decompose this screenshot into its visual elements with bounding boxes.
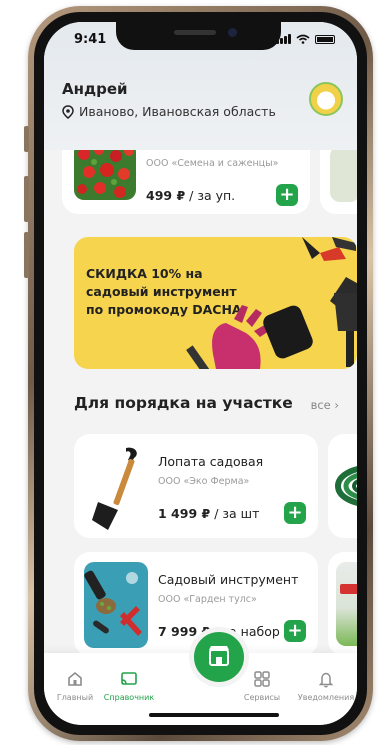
location-selector[interactable]: Иваново, Ивановская область [62,104,276,119]
product-card-fertilizer-peek[interactable] [328,552,357,656]
product-image [330,146,357,202]
add-to-cart-button[interactable]: + [284,620,306,642]
status-icons [276,34,335,44]
product-card-shovel[interactable]: Лопата садовая ООО «Эко Ферма» 1 499 ₽ /… [74,434,318,538]
product-image [86,444,146,530]
volume-down-button [24,232,29,278]
product-image [336,562,357,646]
hose-image [335,466,357,506]
product-seller: ООО «Семена и саженцы» [146,158,279,169]
screen: ООО «Семена и саженцы» 499 ₽ / за уп. + … [44,22,357,725]
location-pin-icon [62,104,74,119]
tab-label: Главный [56,693,94,702]
see-all-link[interactable]: все › [311,398,339,412]
add-to-cart-button[interactable]: + [276,184,298,206]
home-indicator [149,713,279,717]
cast-icon [121,672,137,685]
wifi-icon [296,34,310,44]
user-name: Андрей [62,80,128,98]
product-seller: ООО «Эко Ферма» [158,476,250,487]
product-title: Лопата садовая [158,454,264,469]
product-title: Садовый инструмент [158,572,299,587]
product-price: 499 ₽ / за уп. [146,188,236,203]
product-seller: ООО «Гарден тулс» [158,594,257,605]
product-card-hose-peek[interactable] [328,434,357,538]
section-title: Для порядка на участке [74,394,293,412]
product-image [74,142,136,200]
home-icon [68,671,82,686]
product-image [84,562,148,648]
tab-notifications[interactable]: Уведомления [294,669,357,702]
product-price: 1 499 ₽ / за шт [158,506,260,521]
tool-set-image [84,562,148,648]
status-time: 9:41 [74,32,107,47]
bezel: ООО «Семена и саженцы» 499 ₽ / за уп. + … [34,12,367,735]
phone-frame: ООО «Семена и саженцы» 499 ₽ / за уп. + … [24,6,373,741]
tab-home[interactable]: Главный [52,669,98,702]
location-text: Иваново, Ивановская область [79,104,276,119]
garden-tools-illustration [186,237,357,369]
shovel-image [92,447,137,530]
volume-up-button [24,176,29,222]
grid-icon [254,671,270,687]
tab-label: Сервисы [243,693,281,702]
tab-label: Справочник [103,693,155,702]
notch [116,22,281,50]
promo-banner[interactable]: СКИДКА 10% на садовый инструмент по пром… [74,237,357,369]
store-fab-button[interactable] [189,627,249,687]
mute-switch [24,126,29,152]
battery-icon [315,34,335,44]
tab-label: Уведомления [297,693,355,702]
bell-icon [318,672,334,688]
tab-directory[interactable]: Справочник [98,669,160,702]
avatar[interactable] [309,82,343,116]
store-icon [209,646,229,666]
add-to-cart-button[interactable]: + [284,502,306,524]
